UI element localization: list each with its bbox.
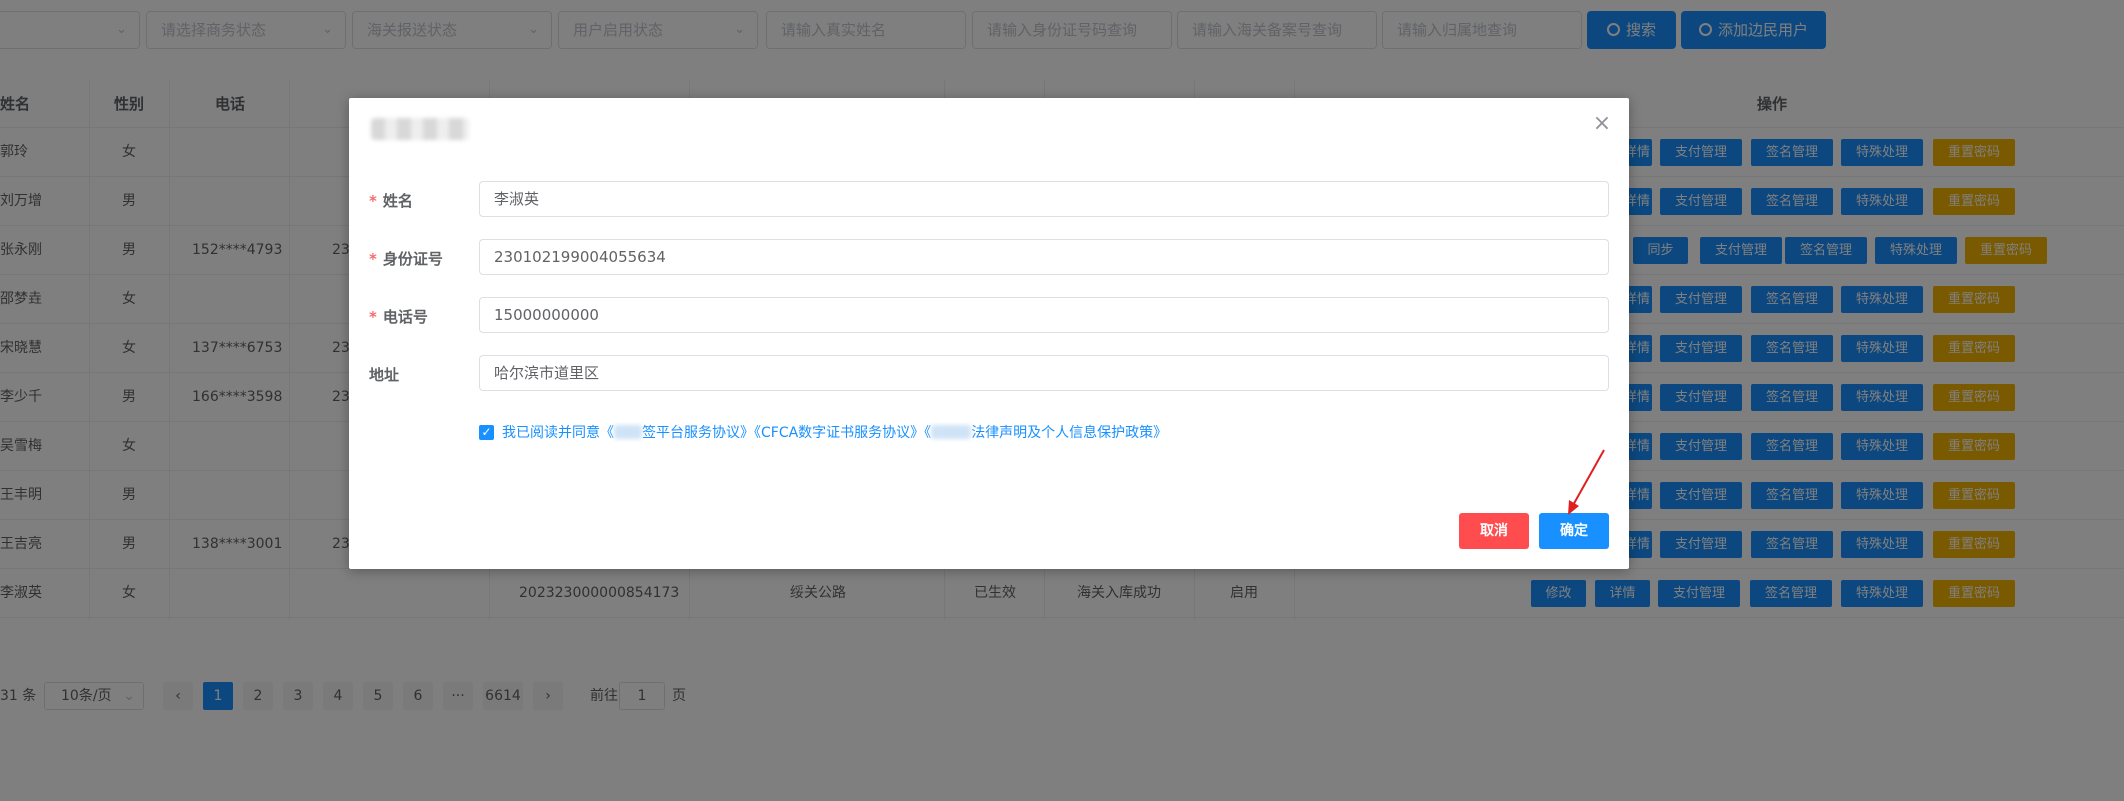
address-label: 地址 [369,366,400,384]
app-root: ⌄ 请选择商务状态⌄ 海关报送状态⌄ 用户启用状态⌄ 请输入真实姓名 请输入身份… [0,0,2124,801]
id-number-label: * 身份证号 [369,250,443,268]
agree-checkbox[interactable]: ✓ [479,425,494,440]
address-input[interactable]: 哈尔滨市道里区 [479,355,1609,391]
name-label: * 姓名 [369,192,413,210]
agreement-text[interactable]: 我已阅读并同意《 签平台服务协议》《CFCA数字证书服务协议》《 法律声明及个人信息… [502,423,1167,443]
redacted-text [614,425,642,439]
dialog-title-redacted [371,118,469,140]
id-number-input[interactable]: 230102199004055634 [479,239,1609,275]
phone-label: * 电话号 [369,308,428,326]
edit-user-dialog: × * 姓名 李淑英 * 身份证号 230102199004055634 * 电话号 … [349,98,1629,569]
cancel-button[interactable]: 取消 [1459,513,1529,549]
close-icon[interactable]: × [1591,113,1613,136]
name-input[interactable]: 李淑英 [479,181,1609,217]
redacted-text [931,425,972,439]
phone-input[interactable]: 15000000000 [479,297,1609,333]
confirm-button[interactable]: 确定 [1539,513,1609,549]
